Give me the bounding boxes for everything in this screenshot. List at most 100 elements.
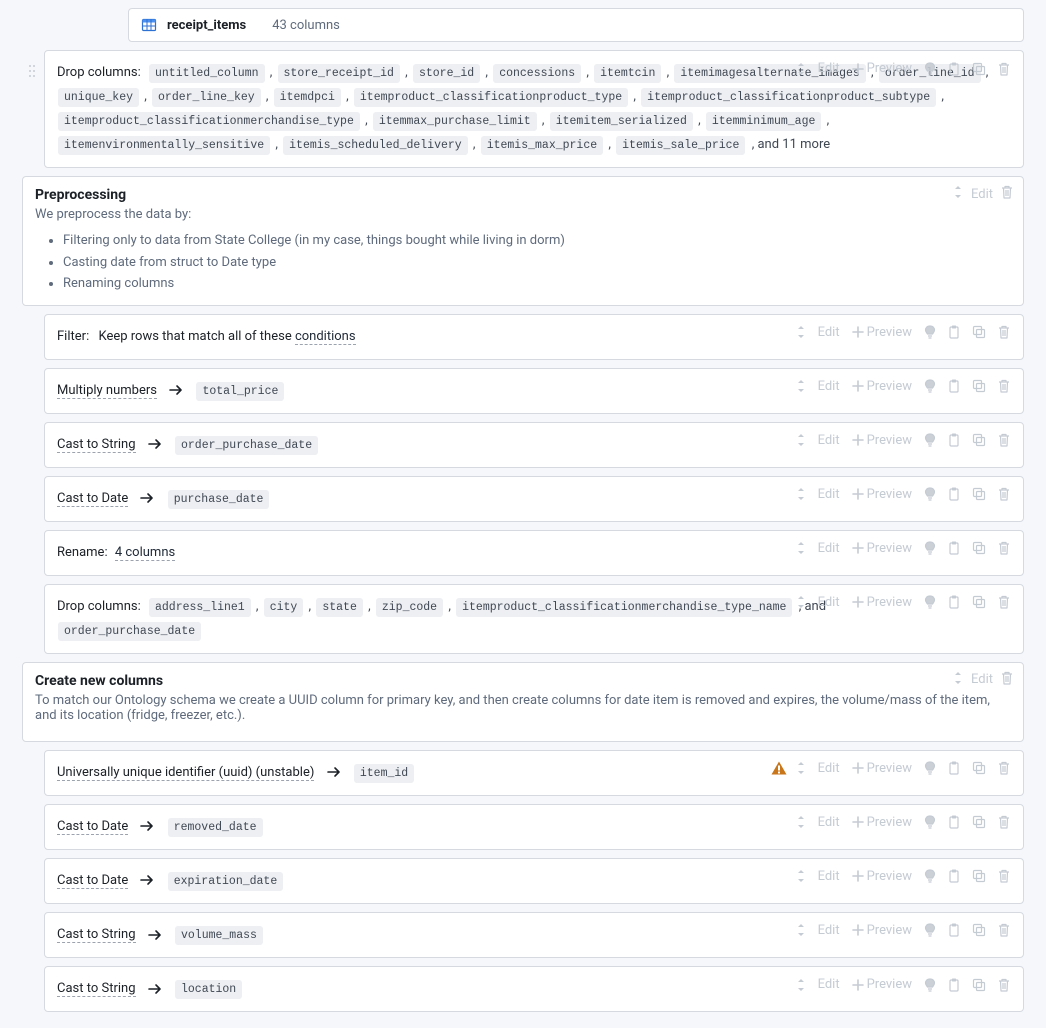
- step-multiply[interactable]: Multiply numbers total_price EditPreview: [44, 368, 1024, 414]
- paste-button[interactable]: [945, 759, 963, 777]
- step-cast-date[interactable]: Cast to Date purchase_date EditPreview: [44, 476, 1024, 522]
- suggest-button[interactable]: [921, 813, 939, 831]
- delete-button[interactable]: [995, 921, 1013, 939]
- edit-button[interactable]: Edit: [815, 813, 843, 832]
- delete-button[interactable]: [1001, 671, 1013, 689]
- suggest-button[interactable]: [921, 759, 939, 777]
- reorder-button[interactable]: [953, 185, 963, 203]
- step-uuid[interactable]: Universally unique identifier (uuid) (un…: [44, 750, 1024, 796]
- delete-button[interactable]: [995, 813, 1013, 831]
- delete-button[interactable]: [1001, 185, 1013, 203]
- preview-button[interactable]: Preview: [849, 539, 915, 558]
- step-cast-string[interactable]: Cast to String order_purchase_date EditP…: [44, 422, 1024, 468]
- reorder-button[interactable]: [793, 921, 809, 939]
- delete-button[interactable]: [995, 539, 1013, 557]
- preview-button[interactable]: Preview: [849, 813, 915, 832]
- reorder-button[interactable]: [793, 539, 809, 557]
- suggest-button[interactable]: [921, 921, 939, 939]
- preview-button[interactable]: Preview: [849, 593, 915, 612]
- copy-button[interactable]: [969, 921, 989, 939]
- suggest-button[interactable]: [921, 485, 939, 503]
- paste-button[interactable]: [945, 593, 963, 611]
- copy-button[interactable]: [969, 976, 989, 994]
- edit-button[interactable]: Edit: [815, 431, 843, 450]
- step-cast-string[interactable]: Cast to String volume_mass EditPreview: [44, 912, 1024, 958]
- edit-button[interactable]: Edit: [815, 921, 843, 940]
- reorder-button[interactable]: [793, 759, 809, 777]
- reorder-button[interactable]: [793, 377, 809, 395]
- suggest-button[interactable]: [921, 60, 939, 78]
- edit-button[interactable]: Edit: [815, 485, 843, 504]
- delete-button[interactable]: [995, 377, 1013, 395]
- delete-button[interactable]: [995, 976, 1013, 994]
- preview-button[interactable]: Preview: [849, 867, 915, 886]
- copy-button[interactable]: [969, 593, 989, 611]
- delete-button[interactable]: [995, 593, 1013, 611]
- preview-button[interactable]: Preview: [849, 323, 915, 342]
- suggest-button[interactable]: [921, 867, 939, 885]
- edit-button[interactable]: Edit: [815, 59, 843, 78]
- preview-button[interactable]: Preview: [849, 921, 915, 940]
- paste-button[interactable]: [945, 323, 963, 341]
- step-rename[interactable]: Rename: 4 columns EditPreview: [44, 530, 1024, 576]
- paste-button[interactable]: [945, 921, 963, 939]
- paste-button[interactable]: [945, 60, 963, 78]
- copy-button[interactable]: [969, 485, 989, 503]
- drag-handle-icon[interactable]: [27, 63, 37, 83]
- paste-button[interactable]: [945, 485, 963, 503]
- suggest-button[interactable]: [921, 323, 939, 341]
- copy-button[interactable]: [969, 539, 989, 557]
- suggest-button[interactable]: [921, 593, 939, 611]
- delete-button[interactable]: [995, 867, 1013, 885]
- copy-button[interactable]: [969, 323, 989, 341]
- paste-button[interactable]: [945, 867, 963, 885]
- delete-button[interactable]: [995, 60, 1013, 78]
- step-drop-columns-2[interactable]: Drop columns: address_line1 , city , sta…: [44, 584, 1024, 654]
- source-card[interactable]: receipt_items 43 columns: [128, 8, 1024, 42]
- filter-conditions[interactable]: conditions: [295, 329, 356, 345]
- paste-button[interactable]: [945, 976, 963, 994]
- copy-button[interactable]: [969, 431, 989, 449]
- preview-button[interactable]: Preview: [849, 975, 915, 994]
- preview-button[interactable]: Preview: [849, 377, 915, 396]
- preview-button[interactable]: Preview: [849, 431, 915, 450]
- reorder-button[interactable]: [793, 593, 809, 611]
- edit-button[interactable]: Edit: [815, 323, 843, 342]
- preview-button[interactable]: Preview: [849, 485, 915, 504]
- reorder-button[interactable]: [793, 431, 809, 449]
- reorder-button[interactable]: [793, 60, 809, 78]
- edit-button[interactable]: Edit: [815, 377, 843, 396]
- rename-count[interactable]: 4 columns: [115, 545, 175, 561]
- edit-button[interactable]: Edit: [815, 759, 843, 778]
- delete-button[interactable]: [995, 431, 1013, 449]
- edit-button[interactable]: Edit: [815, 867, 843, 886]
- paste-button[interactable]: [945, 377, 963, 395]
- step-drop-columns[interactable]: Drop columns: untitled_column , store_re…: [44, 50, 1024, 168]
- copy-button[interactable]: [969, 60, 989, 78]
- delete-button[interactable]: [995, 485, 1013, 503]
- reorder-button[interactable]: [793, 485, 809, 503]
- copy-button[interactable]: [969, 813, 989, 831]
- suggest-button[interactable]: [921, 377, 939, 395]
- reorder-button[interactable]: [953, 671, 963, 689]
- edit-button[interactable]: Edit: [815, 975, 843, 994]
- paste-button[interactable]: [945, 539, 963, 557]
- reorder-button[interactable]: [793, 813, 809, 831]
- preview-button[interactable]: Preview: [849, 59, 915, 78]
- preview-button[interactable]: Preview: [849, 759, 915, 778]
- delete-button[interactable]: [995, 759, 1013, 777]
- suggest-button[interactable]: [921, 539, 939, 557]
- reorder-button[interactable]: [793, 867, 809, 885]
- reorder-button[interactable]: [793, 323, 809, 341]
- step-filter[interactable]: Filter: Keep rows that match all of thes…: [44, 314, 1024, 360]
- delete-button[interactable]: [995, 323, 1013, 341]
- step-cast-string[interactable]: Cast to String location EditPreview: [44, 966, 1024, 1012]
- step-cast-date[interactable]: Cast to Date expiration_date EditPreview: [44, 858, 1024, 904]
- edit-button[interactable]: Edit: [971, 187, 993, 202]
- copy-button[interactable]: [969, 867, 989, 885]
- reorder-button[interactable]: [793, 976, 809, 994]
- copy-button[interactable]: [969, 377, 989, 395]
- suggest-button[interactable]: [921, 976, 939, 994]
- edit-button[interactable]: Edit: [815, 593, 843, 612]
- edit-button[interactable]: Edit: [815, 539, 843, 558]
